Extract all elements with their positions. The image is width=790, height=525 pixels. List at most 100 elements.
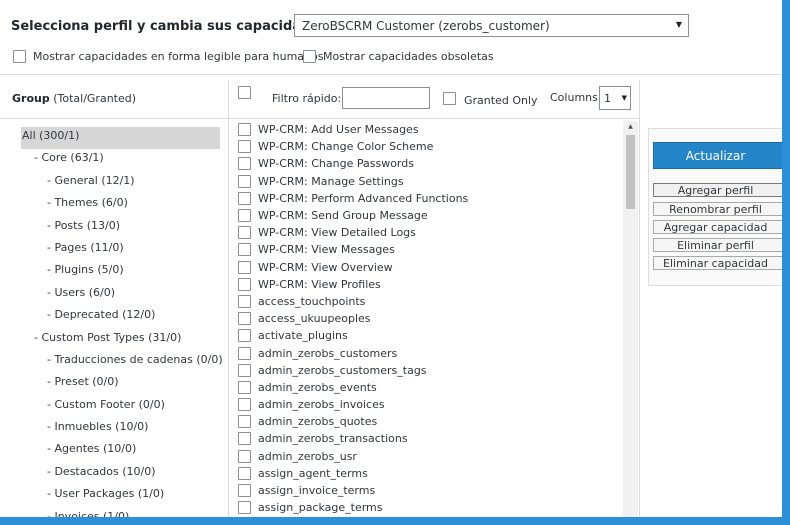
capability-label: assign_agent_terms: [258, 466, 368, 480]
capability-item[interactable]: admin_zerobs_events: [238, 379, 623, 396]
capability-item[interactable]: admin_zerobs_usr: [238, 448, 623, 465]
capability-item[interactable]: WP-CRM: View Detailed Logs: [238, 224, 623, 241]
role-select-value: ZeroBSCRM Customer (zerobs_customer): [302, 18, 550, 33]
add-capability-button[interactable]: Agregar capacidad: [653, 220, 782, 234]
capability-item[interactable]: assign_agent_terms: [238, 465, 623, 482]
capability-checkbox[interactable]: [238, 294, 251, 308]
capability-checkbox[interactable]: [238, 363, 251, 377]
columns-select-value: 1: [604, 91, 611, 105]
capability-item[interactable]: WP-CRM: View Profiles: [238, 276, 623, 293]
capability-checkbox[interactable]: [238, 432, 251, 446]
capability-checkbox[interactable]: [238, 380, 251, 394]
divider: [0, 118, 228, 119]
page-title: Selecciona perfil y cambia sus capacidad…: [11, 18, 333, 34]
capability-item[interactable]: WP-CRM: Change Passwords: [238, 155, 623, 172]
capability-item[interactable]: assign_invoice_terms: [238, 482, 623, 499]
group-item[interactable]: - Themes (6/0): [21, 194, 220, 216]
divider: [229, 118, 639, 119]
capability-checkbox[interactable]: [238, 346, 251, 360]
capability-item[interactable]: WP-CRM: Add User Messages: [238, 121, 623, 138]
group-item[interactable]: - User Packages (1/0): [21, 485, 220, 507]
human-readable-checkbox[interactable]: [13, 49, 26, 63]
capability-label: assign_invoice_terms: [258, 484, 376, 498]
capability-checkbox[interactable]: [238, 209, 251, 223]
capability-item[interactable]: access_ukuupeoples: [238, 310, 623, 327]
deprecated-option[interactable]: Mostrar capacidades obsoletas: [303, 48, 494, 64]
capability-checkbox[interactable]: [238, 191, 251, 205]
capability-checkbox[interactable]: [238, 277, 251, 291]
group-item[interactable]: - General (12/1): [21, 172, 220, 194]
chevron-down-icon: ▼: [621, 94, 627, 102]
capability-checkbox[interactable]: [238, 157, 251, 171]
capability-item[interactable]: access_touchpoints: [238, 293, 623, 310]
capability-label: assign_package_terms: [258, 501, 383, 515]
group-item[interactable]: - Custom Post Types (31/0): [21, 329, 220, 351]
group-item[interactable]: - Agentes (10/0): [21, 440, 220, 462]
capability-checkbox[interactable]: [238, 226, 251, 240]
capability-checkbox[interactable]: [238, 501, 251, 515]
capability-checkbox[interactable]: [238, 123, 251, 137]
group-item[interactable]: - Posts (13/0): [21, 217, 220, 239]
add-role-button[interactable]: Agregar perfil: [653, 183, 782, 197]
capability-item[interactable]: admin_zerobs_customers: [238, 344, 623, 361]
deprecated-checkbox[interactable]: [303, 49, 316, 63]
capability-checkbox[interactable]: [238, 449, 251, 463]
group-header: Group (Total/Granted): [12, 92, 136, 105]
human-readable-option[interactable]: Mostrar capacidades en forma legible par…: [13, 48, 323, 64]
group-item[interactable]: - Inmuebles (10/0): [21, 418, 220, 440]
capability-item[interactable]: assign_package_terms: [238, 499, 623, 516]
capability-item[interactable]: admin_zerobs_invoices: [238, 396, 623, 413]
update-button[interactable]: Actualizar: [653, 142, 782, 169]
capability-checkbox[interactable]: [238, 312, 251, 326]
columns-select[interactable]: 1 ▼: [599, 86, 631, 110]
group-item[interactable]: - Destacados (10/0): [21, 463, 220, 485]
group-item[interactable]: - Pages (11/0): [21, 239, 220, 261]
delete-capability-button[interactable]: Eliminar capacidad: [653, 256, 782, 270]
scroll-thumb[interactable]: [626, 135, 635, 209]
delete-role-button[interactable]: Eliminar perfil: [653, 238, 782, 252]
human-readable-label: Mostrar capacidades en forma legible par…: [33, 49, 324, 63]
capability-checkbox[interactable]: [238, 260, 251, 274]
capability-label: activate_plugins: [258, 329, 348, 343]
select-all-checkbox[interactable]: [238, 86, 251, 99]
capability-label: admin_zerobs_customers: [258, 346, 398, 360]
group-item[interactable]: - Preset (0/0): [21, 373, 220, 395]
capability-checkbox[interactable]: [238, 243, 251, 257]
capability-item[interactable]: activate_plugins: [238, 327, 623, 344]
group-item-all[interactable]: All (300/1): [21, 127, 220, 150]
capability-label: WP-CRM: View Detailed Logs: [258, 226, 416, 240]
capability-checkbox[interactable]: [238, 329, 251, 343]
role-select[interactable]: ZeroBSCRM Customer (zerobs_customer) ▼: [294, 14, 689, 37]
capability-checkbox[interactable]: [238, 174, 251, 188]
group-item[interactable]: - Invoices (1/0): [21, 508, 220, 517]
capability-item[interactable]: WP-CRM: Change Color Scheme: [238, 138, 623, 155]
capability-item[interactable]: admin_zerobs_quotes: [238, 413, 623, 430]
capability-checkbox[interactable]: [238, 398, 251, 412]
group-tree: All (300/1) - Core (63/1) - General (12/1)…: [21, 127, 223, 517]
capability-item[interactable]: WP-CRM: Manage Settings: [238, 173, 623, 190]
group-item[interactable]: - Deprecated (12/0): [21, 306, 220, 328]
capability-label: access_touchpoints: [258, 294, 366, 308]
capability-checkbox[interactable]: [238, 466, 251, 480]
group-item[interactable]: - Plugins (5/0): [21, 261, 220, 283]
group-item[interactable]: - Traducciones de cadenas (0/0): [21, 351, 223, 373]
group-item[interactable]: - Core (63/1): [21, 149, 220, 171]
capability-item[interactable]: WP-CRM: View Messages: [238, 241, 623, 258]
quick-filter-input[interactable]: [342, 87, 430, 109]
capability-item[interactable]: admin_zerobs_transactions: [238, 430, 623, 447]
group-item[interactable]: - Custom Footer (0/0): [21, 396, 220, 418]
capability-scrollbar[interactable]: ▲: [623, 121, 638, 517]
capability-item[interactable]: WP-CRM: Send Group Message: [238, 207, 623, 224]
group-item[interactable]: - Users (6/0): [21, 284, 220, 306]
capability-label: WP-CRM: Change Passwords: [258, 157, 414, 171]
group-heading: Group: [12, 92, 50, 105]
capability-checkbox[interactable]: [238, 415, 251, 429]
capability-item[interactable]: WP-CRM: View Overview: [238, 259, 623, 276]
capability-checkbox[interactable]: [238, 140, 251, 154]
capability-item[interactable]: admin_zerobs_customers_tags: [238, 362, 623, 379]
capability-item[interactable]: WP-CRM: Perform Advanced Functions: [238, 190, 623, 207]
capability-checkbox[interactable]: [238, 484, 251, 498]
scroll-up-icon[interactable]: ▲: [623, 121, 638, 133]
rename-role-button[interactable]: Renombrar perfil: [653, 202, 782, 216]
granted-only-checkbox[interactable]: [443, 92, 456, 105]
